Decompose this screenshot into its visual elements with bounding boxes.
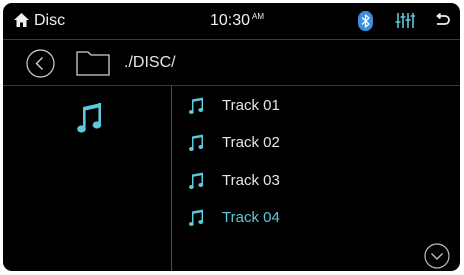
back-circle-icon[interactable] bbox=[26, 49, 55, 78]
music-note-icon bbox=[189, 172, 204, 189]
status-bar: Disc 10:30 AM bbox=[3, 3, 460, 39]
path-bar: ./DISC/ bbox=[3, 40, 460, 85]
music-note-icon bbox=[189, 134, 204, 151]
chevron-down-circle-icon[interactable] bbox=[424, 243, 450, 269]
clock-ampm: AM bbox=[252, 12, 265, 21]
clock-time: 10:30 bbox=[210, 12, 251, 29]
bluetooth-icon bbox=[358, 11, 373, 31]
equalizer-icon[interactable] bbox=[395, 12, 415, 29]
home-icon[interactable] bbox=[14, 13, 29, 27]
track-item[interactable]: Track 01 bbox=[172, 88, 460, 124]
clock: 10:30 AM bbox=[210, 12, 264, 30]
track-label: Track 02 bbox=[222, 134, 280, 151]
track-item-active[interactable]: Track 04 bbox=[172, 200, 460, 236]
track-label: Track 03 bbox=[222, 172, 280, 189]
track-item[interactable]: Track 03 bbox=[172, 163, 460, 199]
track-list: Track 01 Track 02 Track 03 Track 04 bbox=[172, 86, 460, 271]
folder-icon bbox=[76, 51, 110, 76]
track-label: Track 04 bbox=[222, 209, 280, 226]
track-label: Track 01 bbox=[222, 97, 280, 114]
music-note-icon[interactable] bbox=[77, 101, 103, 135]
return-icon[interactable] bbox=[435, 13, 450, 28]
music-note-icon bbox=[189, 97, 204, 114]
current-path: ./DISC/ bbox=[124, 54, 176, 71]
head-unit-screen: Disc 10:30 AM ./DISC/ Track 01 Track 02 … bbox=[3, 3, 460, 271]
track-item[interactable]: Track 02 bbox=[172, 125, 460, 161]
music-note-icon bbox=[189, 209, 204, 226]
source-title: Disc bbox=[34, 12, 66, 29]
category-pane bbox=[3, 86, 171, 271]
